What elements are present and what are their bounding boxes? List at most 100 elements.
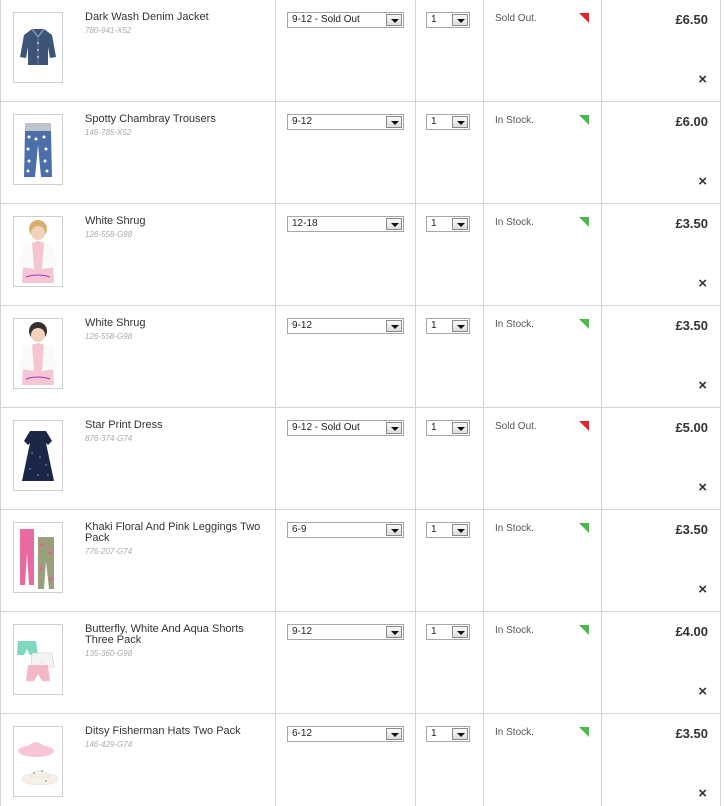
quantity-cell: 1 (416, 0, 484, 102)
chevron-down-icon[interactable] (386, 218, 402, 230)
chevron-down-icon[interactable] (386, 524, 402, 536)
product-name[interactable]: Butterfly, White And Aqua Shorts Three P… (85, 624, 265, 659)
quantity-cell: 1 (416, 102, 484, 204)
product-cell: White Shrug 126-558-G98 (0, 306, 276, 408)
quantity-cell: 1 (416, 306, 484, 408)
quantity-select-value: 1 (431, 116, 437, 127)
product-name-text[interactable]: Khaki Floral And Pink Leggings Two Pack (85, 521, 260, 544)
quantity-select[interactable]: 1 (426, 114, 470, 130)
chevron-down-icon[interactable] (452, 524, 468, 536)
quantity-select[interactable]: 1 (426, 522, 470, 538)
chevron-down-icon[interactable] (452, 626, 468, 638)
remove-item-icon[interactable]: × (698, 582, 707, 597)
chevron-down-icon[interactable] (452, 728, 468, 740)
chevron-down-icon[interactable] (452, 422, 468, 434)
remove-item-icon[interactable]: × (698, 72, 707, 87)
denim-jacket-icon (20, 28, 56, 65)
quantity-select[interactable]: 1 (426, 420, 470, 436)
stock-status: In Stock. (495, 115, 534, 126)
basket-table: Dark Wash Denim Jacket 780-941-X52 9-12 … (0, 0, 724, 806)
shrug-icon (20, 322, 56, 385)
size-select[interactable]: 9-12 - Sold Out (287, 420, 404, 436)
product-thumbnail[interactable] (13, 726, 63, 797)
trousers-icon (24, 123, 52, 177)
chevron-down-icon[interactable] (386, 116, 402, 128)
size-select[interactable]: 9-12 (287, 114, 404, 130)
item-price: £6.50 (675, 12, 708, 27)
leggings-icon (20, 529, 54, 589)
product-name[interactable]: Star Print Dress 876-374-G74 (85, 420, 265, 444)
product-name-text[interactable]: Star Print Dress (85, 419, 163, 431)
size-cell: 12-18 (276, 204, 416, 306)
basket-row: Star Print Dress 876-374-G74 9-12 - Sold… (0, 408, 721, 510)
size-select[interactable]: 9-12 - Sold Out (287, 12, 404, 28)
product-name-text[interactable]: Butterfly, White And Aqua Shorts Three P… (85, 623, 244, 646)
basket-row: White Shrug 126-558-G98 9-12 1 In Stock.… (0, 306, 721, 408)
quantity-select[interactable]: 1 (426, 726, 470, 742)
chevron-down-icon[interactable] (452, 14, 468, 26)
product-name[interactable]: Spotty Chambray Trousers 146-785-X52 (85, 114, 265, 138)
quantity-cell: 1 (416, 510, 484, 612)
product-name[interactable]: Khaki Floral And Pink Leggings Two Pack … (85, 522, 265, 557)
chevron-down-icon[interactable] (386, 320, 402, 332)
remove-item-icon[interactable]: × (698, 378, 707, 393)
item-price: £4.00 (675, 624, 708, 639)
product-name-text[interactable]: Spotty Chambray Trousers (85, 113, 216, 125)
size-select[interactable]: 9-12 (287, 318, 404, 334)
product-name[interactable]: White Shrug 126-558-G98 (85, 318, 265, 342)
product-thumbnail[interactable] (13, 624, 63, 695)
product-name[interactable]: Dark Wash Denim Jacket 780-941-X52 (85, 12, 265, 36)
in-stock-flag-icon (579, 625, 589, 635)
price-cell: £6.50 × (602, 0, 721, 102)
chevron-down-icon[interactable] (452, 320, 468, 332)
chevron-down-icon[interactable] (386, 14, 402, 26)
quantity-select-value: 1 (431, 14, 437, 25)
quantity-select-value: 1 (431, 218, 437, 229)
product-code: 126-558-G98 (85, 230, 133, 239)
size-select[interactable]: 12-18 (287, 216, 404, 232)
size-select[interactable]: 9-12 (287, 624, 404, 640)
stock-cell: Sold Out. (484, 408, 602, 510)
remove-item-icon[interactable]: × (698, 684, 707, 699)
product-name-text[interactable]: White Shrug (85, 215, 146, 227)
quantity-cell: 1 (416, 612, 484, 714)
quantity-select[interactable]: 1 (426, 12, 470, 28)
quantity-select[interactable]: 1 (426, 216, 470, 232)
quantity-cell: 1 (416, 408, 484, 510)
in-stock-flag-icon (579, 523, 589, 533)
price-cell: £6.00 × (602, 102, 721, 204)
size-select-value: 12-18 (292, 218, 318, 229)
product-code: 135-360-G98 (85, 649, 133, 658)
size-select[interactable]: 6-12 (287, 726, 404, 742)
product-thumbnail[interactable] (13, 420, 63, 491)
price-cell: £5.00 × (602, 408, 721, 510)
product-thumbnail[interactable] (13, 216, 63, 287)
product-cell: Butterfly, White And Aqua Shorts Three P… (0, 612, 276, 714)
remove-item-icon[interactable]: × (698, 480, 707, 495)
chevron-down-icon[interactable] (386, 728, 402, 740)
product-name-text[interactable]: Ditsy Fisherman Hats Two Pack (85, 725, 241, 737)
size-select-value: 6-12 (292, 728, 313, 739)
product-thumbnail[interactable] (13, 522, 63, 593)
product-thumbnail[interactable] (13, 318, 63, 389)
chevron-down-icon[interactable] (386, 422, 402, 434)
product-name-text[interactable]: Dark Wash Denim Jacket (85, 11, 209, 23)
product-thumbnail[interactable] (13, 114, 63, 185)
chevron-down-icon[interactable] (452, 218, 468, 230)
chevron-down-icon[interactable] (452, 116, 468, 128)
remove-item-icon[interactable]: × (698, 276, 707, 291)
product-name-text[interactable]: White Shrug (85, 317, 146, 329)
stock-cell: In Stock. (484, 102, 602, 204)
size-select[interactable]: 6-9 (287, 522, 404, 538)
stock-cell: In Stock. (484, 204, 602, 306)
product-name[interactable]: White Shrug 126-558-G98 (85, 216, 265, 240)
product-name[interactable]: Ditsy Fisherman Hats Two Pack 146-429-G7… (85, 726, 265, 750)
remove-item-icon[interactable]: × (698, 174, 707, 189)
chevron-down-icon[interactable] (386, 626, 402, 638)
quantity-select[interactable]: 1 (426, 624, 470, 640)
remove-item-icon[interactable]: × (698, 786, 707, 801)
product-thumbnail[interactable] (13, 12, 63, 83)
quantity-select[interactable]: 1 (426, 318, 470, 334)
shrug-icon (20, 220, 56, 283)
size-cell: 9-12 - Sold Out (276, 408, 416, 510)
